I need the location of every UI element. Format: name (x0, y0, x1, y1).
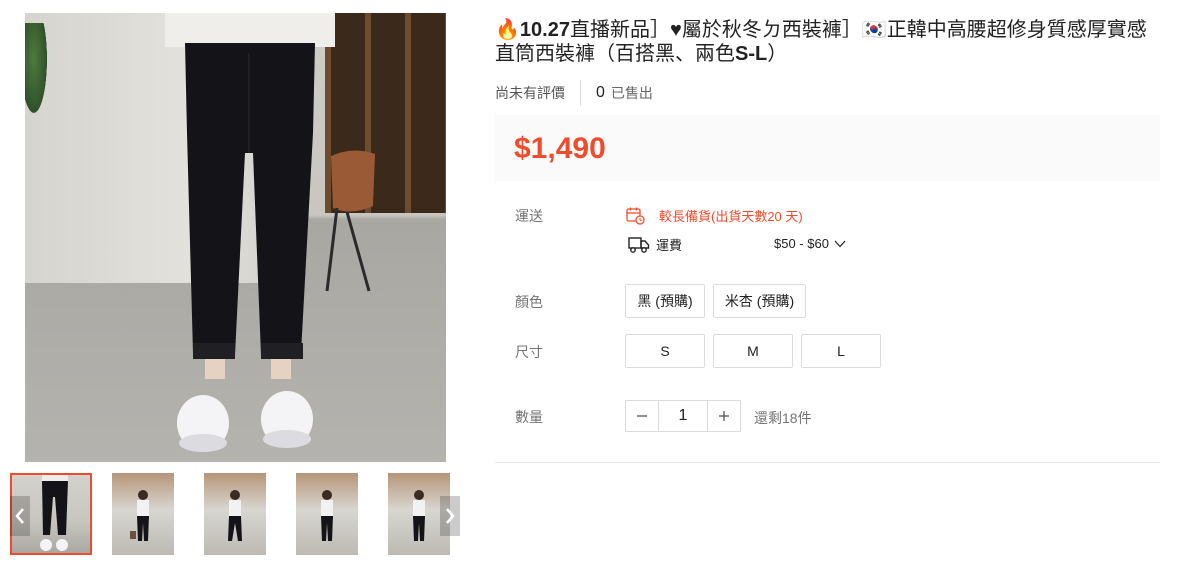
thumbnail-4[interactable] (296, 473, 358, 555)
minus-icon (637, 415, 647, 417)
quantity-increase-button[interactable] (708, 401, 740, 431)
plus-icon (719, 411, 729, 421)
korea-flag-icon: 🇰🇷 (861, 19, 887, 41)
price-section: $1,490 (495, 115, 1160, 181)
size-option-s[interactable]: S (625, 334, 705, 368)
title-sizes: S-L (735, 43, 768, 65)
next-image-button[interactable] (440, 496, 460, 536)
shipping-preorder-text: 較長備貨(出貨天數20 天) (659, 208, 803, 224)
chevron-right-icon (446, 508, 455, 524)
thumbnail-2[interactable] (112, 473, 174, 555)
sold-count: 0 (596, 84, 605, 101)
size-option-m[interactable]: M (713, 334, 793, 368)
title-tag: 直播新品］♥屬於秋冬ㄉ西裝褲］ (569, 19, 862, 41)
size-label: 尺寸 (515, 344, 543, 360)
shipping-preorder-notice: 較長備貨(出貨天數20 天) (625, 205, 803, 225)
size-option-l[interactable]: L (801, 334, 881, 368)
chevron-down-icon (834, 240, 846, 247)
shipping-fee-row: 運費 $50 - $60 (628, 234, 846, 254)
thumbnail-strip (10, 473, 462, 555)
thumbnail-3[interactable] (204, 473, 266, 555)
color-option-black[interactable]: 黑 (預購) (625, 284, 705, 318)
quantity-stepper: 1 (625, 400, 741, 432)
title-date: 10.27 (519, 19, 570, 41)
shipping-fee-label: 運費 (656, 237, 683, 253)
stock-remaining: 還剩18件 (754, 410, 812, 426)
section-divider (495, 462, 1160, 463)
color-label: 顏色 (515, 294, 543, 310)
truck-icon (628, 237, 650, 253)
rating-text[interactable]: 尚未有評價 (495, 80, 581, 106)
photo-model (165, 13, 335, 452)
quantity-decrease-button[interactable] (626, 401, 658, 431)
product-price: $1,490 (514, 132, 606, 165)
prev-image-button[interactable] (10, 496, 30, 536)
shipping-fee-dropdown[interactable]: $50 - $60 (774, 236, 846, 251)
calendar-clock-icon (626, 207, 645, 225)
chevron-left-icon (15, 508, 24, 524)
shipping-label: 運送 (515, 208, 543, 224)
quantity-label: 數量 (515, 409, 543, 425)
fire-icon: 🔥 (495, 19, 520, 41)
rating-sold-row: 尚未有評價 0 已售出 (495, 80, 653, 106)
quantity-input[interactable]: 1 (658, 401, 708, 431)
photo-plant (25, 23, 47, 113)
color-option-beige[interactable]: 米杏 (預購) (713, 284, 806, 318)
product-title: 🔥10.27直播新品］♥屬於秋冬ㄉ西裝褲］🇰🇷正韓中高腰超修身質感厚實感直筒西裝… (495, 18, 1160, 66)
shipping-fee-value: $50 - $60 (774, 236, 829, 251)
main-product-image[interactable] (25, 13, 446, 462)
sold-label: 已售出 (610, 85, 653, 101)
title-end: ） (767, 43, 788, 65)
